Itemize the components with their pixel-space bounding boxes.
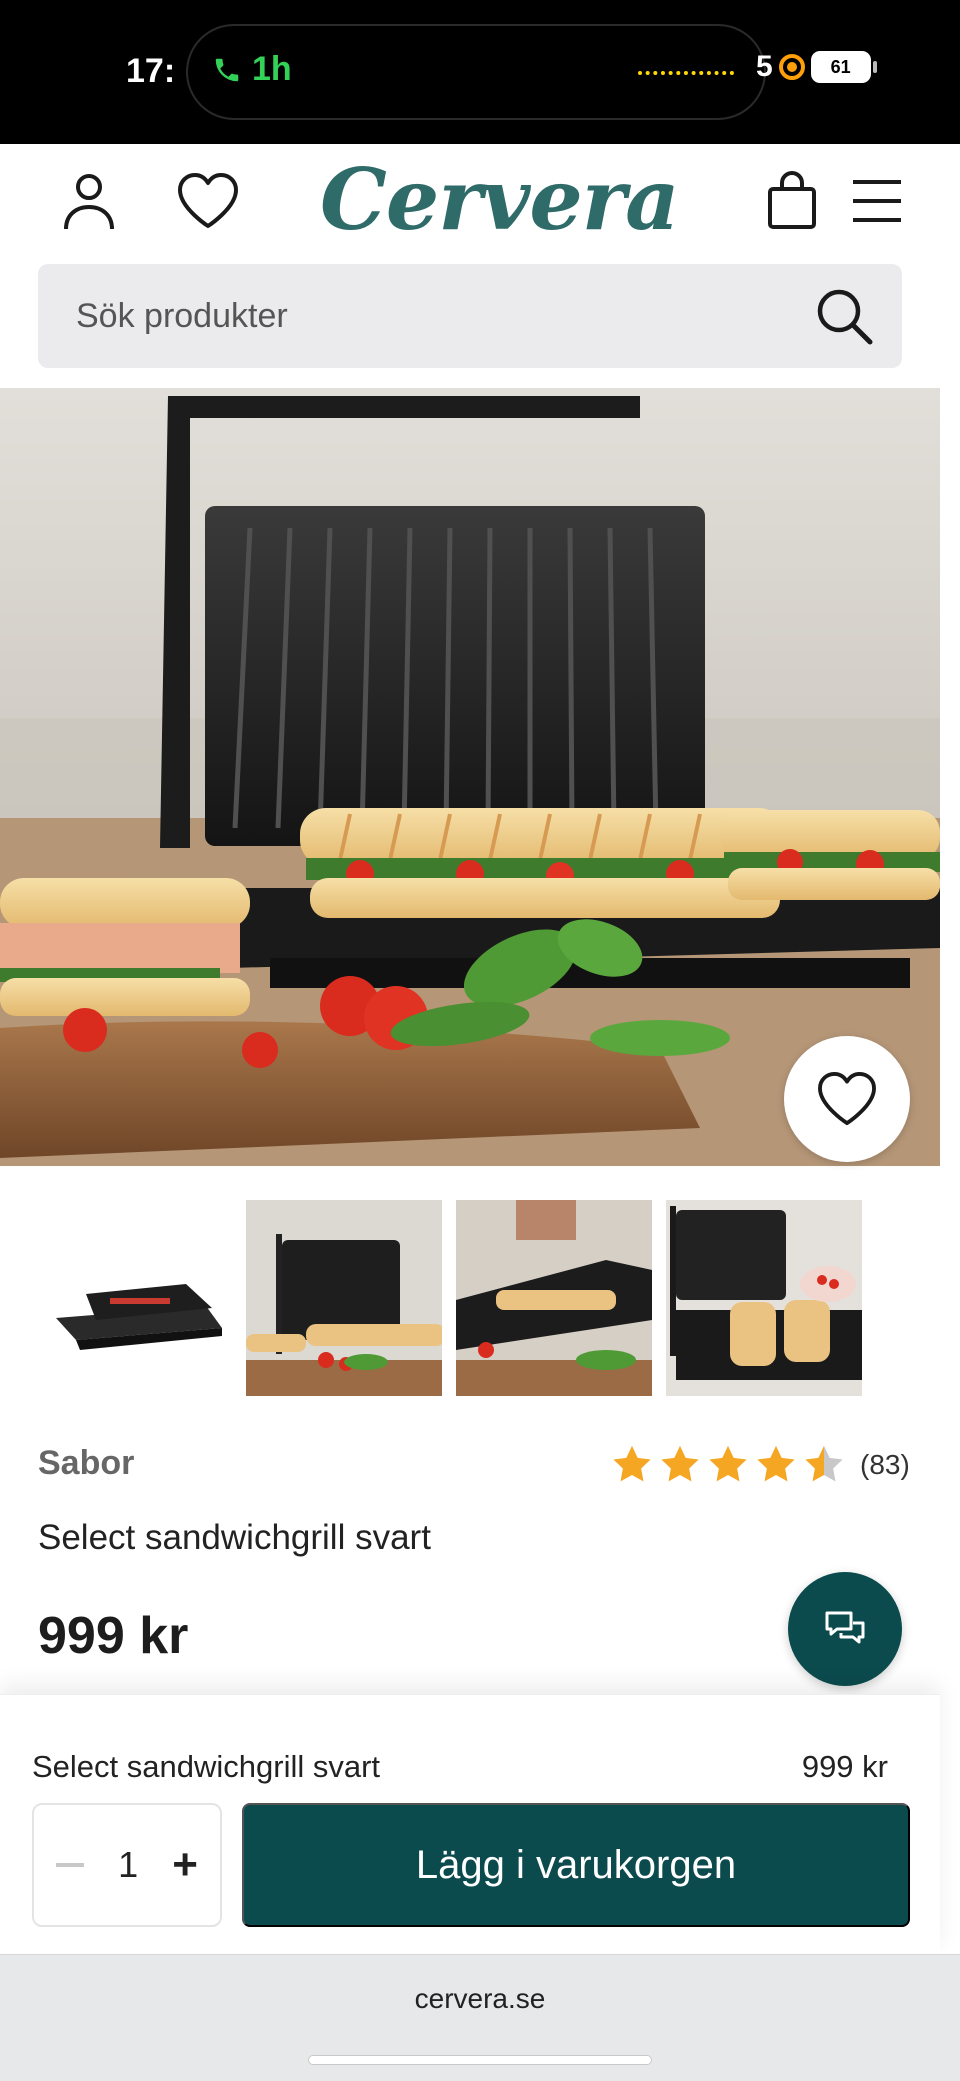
- sticky-add-to-cart-bar: Select sandwichgrill svart 999 kr 1 + Lä…: [0, 1694, 940, 1954]
- quantity-decrease-button[interactable]: [56, 1863, 84, 1867]
- star-icon: [757, 1445, 795, 1482]
- star-icon: [613, 1445, 651, 1482]
- menu-icon[interactable]: [842, 166, 912, 236]
- sticky-product-name: Select sandwichgrill svart: [32, 1749, 381, 1784]
- quantity-increase-button[interactable]: +: [172, 1843, 198, 1887]
- star-icon: [709, 1445, 747, 1482]
- product-price: 999 kr: [38, 1607, 189, 1665]
- call-indicator: 1h: [212, 50, 292, 89]
- quantity-value[interactable]: 1: [118, 1844, 138, 1886]
- product-name: Select sandwichgrill svart: [38, 1518, 431, 1557]
- status-bar: 17: 1h 5 61: [0, 0, 960, 144]
- product-brand[interactable]: Sabor: [38, 1444, 134, 1483]
- product-rating[interactable]: (83): [610, 1444, 910, 1486]
- chat-icon: [825, 1611, 865, 1644]
- url-text[interactable]: cervera.se: [0, 1983, 960, 2015]
- product-main-image[interactable]: [0, 388, 940, 1166]
- sandwich-grill-photo: [0, 388, 940, 1166]
- product-thumbnail[interactable]: [666, 1200, 862, 1396]
- status-time: 17:: [126, 52, 176, 90]
- battery-level: 61: [830, 56, 851, 77]
- search-bar: [38, 264, 902, 368]
- star-icon: [661, 1445, 699, 1482]
- site-header: Cervera: [0, 144, 960, 256]
- product-thumbnail[interactable]: [456, 1200, 652, 1396]
- home-indicator[interactable]: [308, 2055, 652, 2065]
- product-thumbnail[interactable]: [36, 1200, 232, 1396]
- rating-count: (83): [860, 1449, 910, 1480]
- search-input[interactable]: [76, 264, 776, 368]
- dynamic-island[interactable]: 1h: [186, 24, 766, 120]
- chat-button[interactable]: [788, 1572, 902, 1686]
- half-star-icon: [805, 1445, 843, 1482]
- quantity-stepper: 1 +: [32, 1803, 222, 1927]
- add-to-cart-button[interactable]: Lägg i varukorgen: [242, 1803, 910, 1927]
- account-icon[interactable]: [54, 166, 124, 236]
- add-to-wishlist-button[interactable]: [784, 1036, 910, 1162]
- recording-indicator-icon: [778, 54, 805, 80]
- product-thumbnail[interactable]: [246, 1200, 442, 1396]
- sticky-product-price: 999 kr: [801, 1749, 888, 1784]
- wishlist-icon[interactable]: [173, 166, 243, 236]
- heart-icon: [818, 1071, 876, 1126]
- call-duration: 1h: [252, 50, 292, 88]
- phone-icon: [215, 58, 239, 81]
- battery-icon: 61: [810, 51, 877, 83]
- cart-icon[interactable]: [757, 166, 827, 236]
- search-icon[interactable]: [812, 284, 876, 348]
- status-right: 5 61: [756, 50, 877, 84]
- site-logo[interactable]: Cervera: [320, 150, 680, 250]
- browser-address-bar[interactable]: cervera.se: [0, 1954, 960, 2081]
- status-partial-text: 5: [756, 50, 773, 83]
- audio-waveform-icon: [638, 71, 734, 77]
